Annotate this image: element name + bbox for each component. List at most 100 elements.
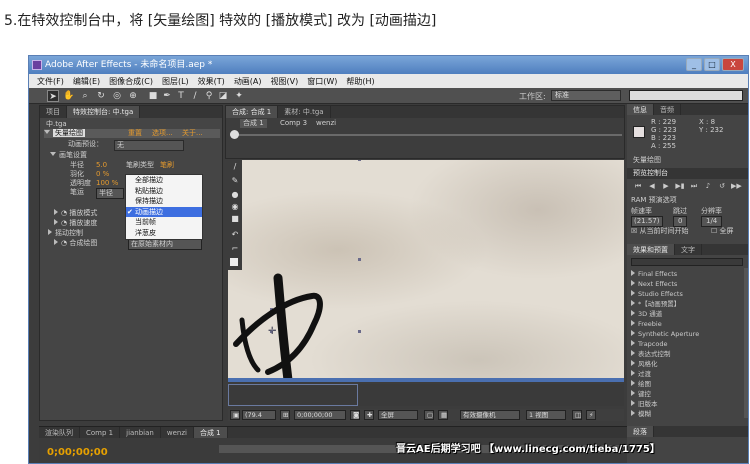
stopwatch-icon[interactable]: ◔: [61, 239, 67, 247]
tab-text[interactable]: 文字: [675, 244, 702, 255]
frame-rate-select[interactable]: (21.57): [631, 216, 663, 227]
tab-composition-1[interactable]: 合成 1: [193, 427, 228, 438]
checkbox-icon[interactable]: ☒: [631, 227, 637, 235]
dropdown-option[interactable]: 当前帧: [126, 217, 202, 228]
pen-tool-icon[interactable]: ✒: [161, 90, 173, 102]
pan-behind-tool-icon[interactable]: ⊕: [127, 90, 139, 102]
breadcrumb-comp3[interactable]: Comp 3: [280, 119, 307, 128]
dropdown-option[interactable]: 全部描边: [126, 175, 202, 186]
tab-audio[interactable]: 音频: [654, 104, 681, 115]
tab-effect-controls[interactable]: 特效控制台: 中.tga: [67, 106, 141, 118]
fx-item[interactable]: 绘图: [631, 380, 651, 389]
tab-wenzi[interactable]: wenzi: [161, 427, 194, 438]
prev-frame-icon[interactable]: ◀: [647, 182, 657, 191]
fx-item[interactable]: Trapcode: [631, 340, 667, 349]
stopwatch-icon[interactable]: ◔: [61, 209, 67, 217]
play-icon[interactable]: ▶: [661, 182, 671, 191]
from-current-checkbox[interactable]: ☒ 从当前时间开始: [631, 227, 689, 236]
text-tool-icon[interactable]: T: [175, 90, 187, 102]
brush-tool-icon[interactable]: /: [189, 90, 201, 102]
eyedropper-icon[interactable]: ⌐: [230, 244, 240, 254]
composition-viewer[interactable]: ✛: [228, 160, 624, 382]
effects-scrollbar[interactable]: [744, 268, 748, 418]
timecode-field[interactable]: 0;00;00;00: [294, 410, 346, 420]
eraser-tool-icon[interactable]: ◪: [217, 90, 229, 102]
rectangle-tool-icon[interactable]: ■: [147, 90, 159, 102]
views-select[interactable]: 1 视图: [526, 410, 566, 420]
zoom-select[interactable]: (79.4: [242, 410, 276, 420]
feather-value[interactable]: 0 %: [96, 170, 109, 179]
color-swatch[interactable]: [230, 258, 238, 266]
tab-info[interactable]: 信息: [627, 104, 654, 115]
composite-row[interactable]: ◔ 合成绘图: [54, 239, 97, 248]
anim-preset-select[interactable]: 无: [114, 140, 184, 151]
fx-item[interactable]: *【动画预置】: [631, 300, 680, 309]
mini-timeline[interactable]: [230, 134, 622, 136]
full-screen-checkbox[interactable]: ☐ 全屏: [711, 227, 734, 236]
ram-preview-options[interactable]: RAM 预演选项: [631, 196, 677, 205]
menu-animation[interactable]: 动画(A): [234, 76, 262, 87]
wiggle-control-row[interactable]: 摇动控制: [48, 229, 83, 238]
fast-preview-icon[interactable]: ⚡: [586, 410, 596, 420]
playback-speed-row[interactable]: ◔ 播放速度: [54, 219, 97, 228]
menu-composition[interactable]: 图像合成(C): [109, 76, 153, 87]
audio-icon[interactable]: ♪: [703, 182, 713, 191]
minimize-button[interactable]: _: [686, 58, 702, 71]
square-icon[interactable]: ■: [230, 214, 240, 224]
fx-item[interactable]: Next Effects: [631, 280, 677, 289]
snapshot-icon[interactable]: ◙: [350, 410, 360, 420]
menu-file[interactable]: 文件(F): [37, 76, 64, 87]
dropdown-option[interactable]: 粘贴描边: [126, 186, 202, 197]
channel-icon[interactable]: ✚: [364, 410, 374, 420]
options-link[interactable]: 选项...: [152, 129, 173, 138]
tab-effects-presets[interactable]: 效果和预置: [627, 244, 675, 255]
ram-preview-icon[interactable]: ▶▶: [731, 182, 742, 191]
safe-zones-icon[interactable]: ⊞: [280, 410, 290, 420]
selection-tool-icon[interactable]: ➤: [47, 90, 59, 102]
composite-select[interactable]: 在原始素材内: [128, 239, 202, 250]
brush-icon[interactable]: /: [230, 162, 240, 172]
tab-composition[interactable]: 合成: 合成 1: [226, 106, 279, 118]
skip-select[interactable]: 0: [673, 216, 688, 227]
fx-item[interactable]: Studio Effects: [631, 290, 683, 299]
dot-medium-icon[interactable]: ◉: [230, 202, 240, 212]
radius-value[interactable]: 5.0: [96, 161, 107, 170]
roi-icon[interactable]: ▢: [424, 410, 434, 420]
reset-link[interactable]: 重置: [128, 129, 142, 138]
first-frame-icon[interactable]: ⏮: [633, 182, 643, 191]
playback-mode-row[interactable]: ◔ 播放模式: [54, 209, 97, 218]
menu-view[interactable]: 视图(V): [271, 76, 299, 87]
fx-item[interactable]: 旧版本: [631, 400, 658, 409]
clone-tool-icon[interactable]: ⚲: [203, 90, 215, 102]
dot-large-icon[interactable]: ●: [230, 190, 240, 200]
tab-render-queue[interactable]: 渲染队列: [39, 427, 80, 438]
puppet-tool-icon[interactable]: ✦: [233, 90, 245, 102]
camera-select[interactable]: 有效摄像机: [460, 410, 520, 420]
opacity-value[interactable]: 100 %: [96, 179, 118, 188]
resolution-select[interactable]: 全屏: [378, 410, 418, 420]
checkbox-icon[interactable]: ☐: [711, 227, 717, 235]
tab-jianbian[interactable]: jianbian: [120, 427, 161, 438]
tab-footage[interactable]: 素材: 中.tga: [278, 106, 331, 118]
camera-tool-icon[interactable]: ◎: [111, 90, 123, 102]
stroke-select[interactable]: 半径: [96, 188, 124, 199]
breadcrumb-comp1[interactable]: 合成 1: [240, 119, 267, 128]
menu-window[interactable]: 窗口(W): [307, 76, 337, 87]
dropdown-option-selected[interactable]: ✔ 动画描边: [126, 206, 202, 217]
breadcrumb-wenzi[interactable]: wenzi: [316, 119, 336, 128]
hand-tool-icon[interactable]: ✋: [63, 90, 75, 102]
always-preview-icon[interactable]: ▣: [230, 410, 240, 420]
effects-search-input[interactable]: [631, 258, 743, 266]
fx-item[interactable]: 模糊: [631, 410, 651, 419]
tab-paragraph[interactable]: 段落: [627, 426, 654, 437]
pencil-icon[interactable]: ✎: [230, 176, 240, 186]
menu-help[interactable]: 帮助(H): [346, 76, 374, 87]
dropdown-option[interactable]: 洋葱皮: [126, 228, 202, 239]
fx-item[interactable]: Synthetic Aperture: [631, 330, 699, 339]
time-marker-icon[interactable]: [230, 130, 239, 139]
close-button[interactable]: X: [722, 58, 744, 71]
fx-item[interactable]: 3D 通道: [631, 310, 662, 319]
fx-item[interactable]: 过渡: [631, 370, 651, 379]
menu-edit[interactable]: 编辑(E): [73, 76, 100, 87]
fx-item[interactable]: 风格化: [631, 360, 658, 369]
